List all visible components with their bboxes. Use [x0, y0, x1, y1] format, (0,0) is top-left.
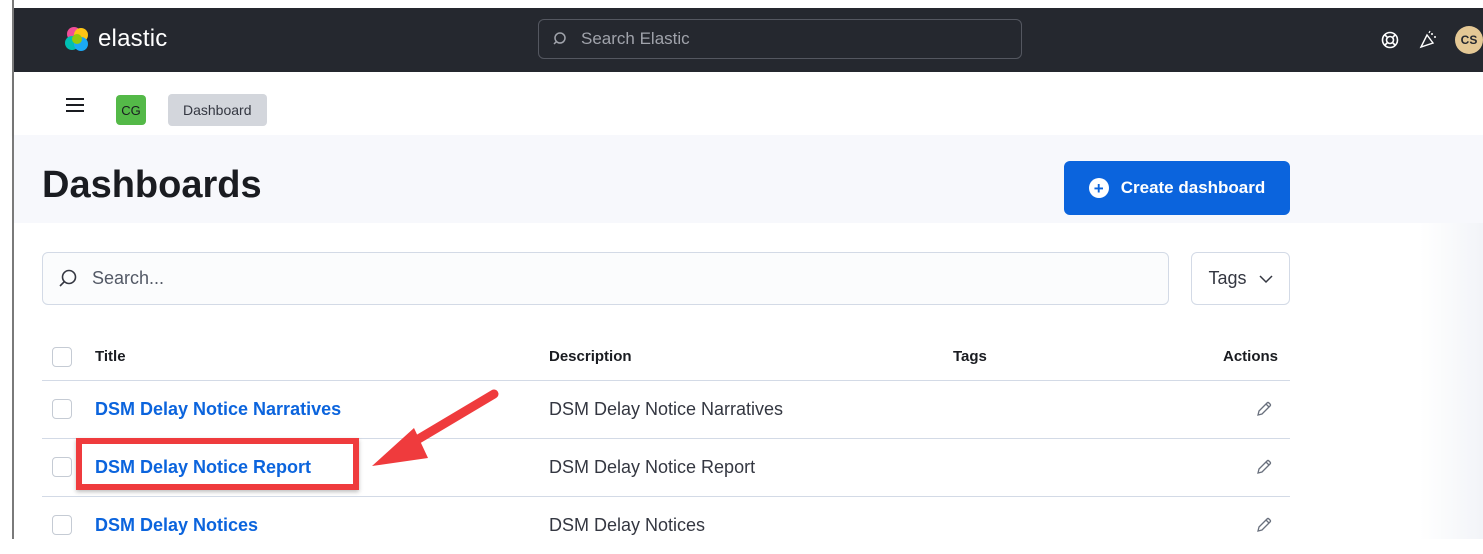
annotation-arrow-icon — [372, 389, 499, 466]
